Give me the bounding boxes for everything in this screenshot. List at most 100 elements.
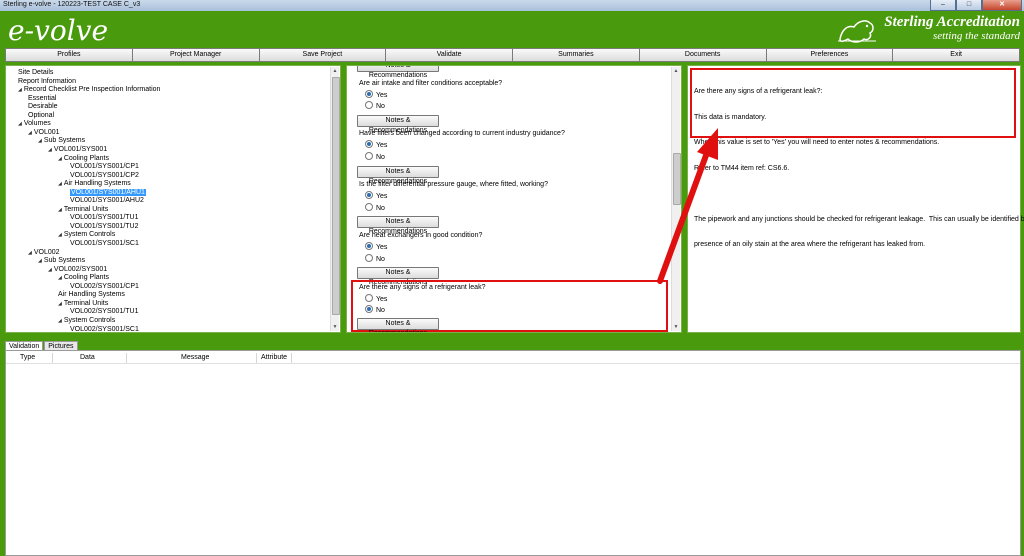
question-text: Are heat exchangers in good condition? bbox=[359, 232, 483, 239]
tree-item[interactable]: Optional bbox=[28, 112, 54, 120]
tree-item-label: Desirable bbox=[28, 103, 58, 111]
tree-item[interactable]: VOL001/SYS001/AHU2 bbox=[70, 197, 144, 205]
notes-button[interactable]: Notes & Recommendations bbox=[357, 216, 439, 235]
tree-item[interactable]: ◢ Cooling Plants bbox=[58, 274, 109, 282]
tree-item[interactable]: Report Information bbox=[18, 78, 76, 86]
tree-item-label: VOL001/SYS001/AHU2 bbox=[70, 197, 144, 205]
validate-button[interactable]: Validate bbox=[385, 48, 513, 62]
radio-yes[interactable]: Yes bbox=[365, 90, 387, 99]
help-text: Are there any signs of a refrigerant lea… bbox=[694, 88, 1024, 248]
tree-item[interactable]: ◢ Sub Systems bbox=[38, 257, 85, 265]
radio-yes[interactable]: Yes bbox=[365, 191, 387, 200]
scroll-thumb[interactable] bbox=[332, 77, 340, 315]
expand-arrow-icon[interactable]: ◢ bbox=[58, 318, 62, 324]
exit-button[interactable]: Exit bbox=[892, 48, 1020, 62]
tree-item[interactable]: VOL002/SYS001/TU1 bbox=[70, 308, 139, 316]
tree-scrollbar[interactable]: ▲ ▼ bbox=[330, 67, 340, 331]
tree-item[interactable]: ◢ System Controls bbox=[58, 231, 115, 239]
main-menu: Profiles Project Manager Save Project Va… bbox=[5, 48, 1020, 62]
expand-arrow-icon[interactable]: ◢ bbox=[18, 121, 22, 127]
profiles-button[interactable]: Profiles bbox=[5, 48, 133, 62]
save-project-button[interactable]: Save Project bbox=[258, 48, 387, 62]
scroll-up-icon[interactable]: ▲ bbox=[331, 67, 339, 75]
expand-arrow-icon[interactable]: ◢ bbox=[18, 87, 22, 93]
questions-scrollbar[interactable]: ▲ ▼ bbox=[671, 67, 681, 331]
radio-no[interactable]: No bbox=[365, 203, 385, 212]
tree-item[interactable]: ◢ Cooling Plants bbox=[58, 155, 109, 163]
radio-yes[interactable]: Yes bbox=[365, 294, 387, 303]
radio-no[interactable]: No bbox=[365, 152, 385, 161]
tree-item[interactable]: VOL001/SYS001/TU2 bbox=[70, 223, 139, 231]
radio-no[interactable]: No bbox=[365, 101, 385, 110]
expand-arrow-icon[interactable]: ◢ bbox=[58, 301, 62, 307]
scroll-down-icon[interactable]: ▼ bbox=[672, 323, 680, 331]
notes-button-partial[interactable]: Notes & Recommendations bbox=[357, 66, 439, 79]
expand-arrow-icon[interactable]: ◢ bbox=[48, 147, 52, 153]
tree-item[interactable]: VOL001/SYS001/SC1 bbox=[70, 240, 139, 248]
expand-arrow-icon[interactable]: ◢ bbox=[38, 138, 42, 144]
expand-arrow-icon[interactable]: ◢ bbox=[48, 267, 52, 273]
expand-arrow-icon[interactable]: ◢ bbox=[58, 232, 62, 238]
radio-no[interactable]: No bbox=[365, 254, 385, 263]
expand-arrow-icon[interactable]: ◢ bbox=[58, 275, 62, 281]
tree-item[interactable]: ◢ System Controls bbox=[58, 317, 115, 325]
scroll-thumb[interactable] bbox=[673, 153, 681, 205]
radio-no[interactable]: No bbox=[365, 305, 385, 314]
tree-item-label: VOL001/SYS001/CP2 bbox=[70, 171, 139, 179]
tree-item[interactable]: Site Details bbox=[18, 69, 53, 77]
tree-item[interactable]: ◢ Terminal Units bbox=[58, 206, 108, 214]
tree-item-label: Sub Systems bbox=[43, 137, 86, 145]
tree-item[interactable]: ◢ VOL002/SYS001 bbox=[48, 266, 107, 274]
radio-yes[interactable]: Yes bbox=[365, 242, 387, 251]
tree-item-label: VOL002/SYS001/TU1 bbox=[70, 308, 139, 316]
tree-item-label: Terminal Units bbox=[63, 299, 109, 307]
scroll-down-icon[interactable]: ▼ bbox=[331, 323, 339, 331]
tree-item[interactable]: VOL001/SYS001/TU1 bbox=[70, 214, 139, 222]
column-header-attribute[interactable]: Attribute bbox=[261, 353, 287, 363]
questions-panel: Notes & Recommendations Are air intake a… bbox=[346, 65, 682, 333]
expand-arrow-icon[interactable]: ◢ bbox=[58, 156, 62, 162]
notes-button[interactable]: Notes & Recommendations bbox=[357, 267, 439, 286]
column-header-data[interactable]: Data bbox=[80, 353, 95, 363]
tree-item[interactable]: VOL001/SYS001/CP1 bbox=[70, 163, 139, 171]
tree-item[interactable]: ◢ Record Checklist Pre Inspection Informa… bbox=[18, 86, 160, 94]
minimize-button[interactable]: – bbox=[930, 0, 956, 11]
tree-item[interactable]: ◢ VOL001 bbox=[28, 129, 60, 137]
documents-button[interactable]: Documents bbox=[638, 48, 767, 62]
tree-item[interactable]: VOL002/SYS001/SC1 bbox=[70, 326, 139, 334]
scroll-up-icon[interactable]: ▲ bbox=[672, 67, 680, 75]
maximize-button[interactable]: □ bbox=[956, 0, 982, 11]
expand-arrow-icon[interactable]: ◢ bbox=[58, 181, 62, 187]
preferences-button[interactable]: Preferences bbox=[765, 48, 894, 62]
question-text: Are there any signs of a refrigerant lea… bbox=[359, 284, 486, 291]
expand-arrow-icon[interactable]: ◢ bbox=[28, 250, 32, 256]
tree-item[interactable]: VOL001/SYS001/CP2 bbox=[70, 172, 139, 180]
column-header-message[interactable]: Message bbox=[181, 353, 209, 363]
notes-button[interactable]: Notes & Recommendations bbox=[357, 166, 439, 185]
expand-arrow-icon[interactable]: ◢ bbox=[38, 258, 42, 264]
tree-item[interactable]: VOL001/SYS001/AHU1 bbox=[70, 188, 146, 197]
project-manager-button[interactable]: Project Manager bbox=[131, 48, 260, 62]
tree-item[interactable]: ◢ Terminal Units bbox=[58, 300, 108, 308]
question-text: Is the filter differential pressure gaug… bbox=[359, 181, 548, 188]
close-button[interactable]: ✕ bbox=[982, 0, 1022, 11]
column-header-type[interactable]: Type bbox=[20, 353, 35, 363]
expand-arrow-icon[interactable]: ◢ bbox=[58, 207, 62, 213]
tree-item-label: Optional bbox=[28, 111, 55, 119]
notes-button[interactable]: Notes & Recommendations bbox=[357, 115, 439, 134]
tree-item[interactable]: Desirable bbox=[28, 103, 58, 111]
tree-item[interactable]: ◢ Air Handling Systems bbox=[58, 180, 131, 188]
tree-item[interactable]: ◢ VOL001/SYS001 bbox=[48, 146, 107, 154]
tree-item[interactable]: Essential bbox=[28, 95, 56, 103]
tree-item[interactable]: ◢ VOL002 bbox=[28, 249, 60, 257]
navigation-tree: Site Details Report Information ◢ Record Ch… bbox=[5, 65, 341, 333]
tree-item[interactable]: ◢ Sub Systems bbox=[38, 137, 85, 145]
notes-button[interactable]: Notes & Recommendations bbox=[357, 318, 439, 332]
tree-item[interactable]: Air Handling Systems bbox=[58, 291, 125, 299]
tree-item-label: Air Handling Systems bbox=[58, 291, 125, 299]
tree-item[interactable]: ◢ Volumes bbox=[18, 120, 51, 128]
expand-arrow-icon[interactable]: ◢ bbox=[28, 130, 32, 136]
tree-item[interactable]: VOL002/SYS001/CP1 bbox=[70, 283, 139, 291]
radio-yes[interactable]: Yes bbox=[365, 140, 387, 149]
summaries-button[interactable]: Summaries bbox=[512, 48, 640, 62]
